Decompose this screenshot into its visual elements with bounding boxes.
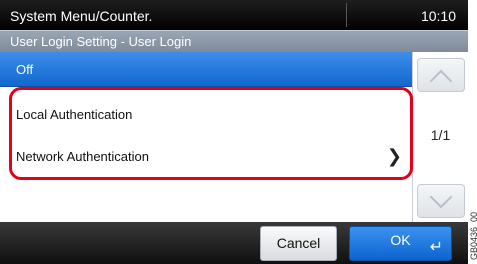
status-title: System Menu/Counter. <box>10 8 153 24</box>
status-bar: System Menu/Counter. 10:10 <box>0 0 468 30</box>
option-off[interactable]: Off <box>0 52 412 87</box>
operation-panel: System Menu/Counter. 10:10 User Login Se… <box>0 0 468 264</box>
screen-title: User Login Setting - User Login <box>10 34 192 49</box>
option-list: Off Local Authentication Network Authent… <box>0 52 413 222</box>
figure-code-label: GB0436_00 <box>469 211 477 260</box>
option-label: Off <box>16 62 34 77</box>
screen-header: User Login Setting - User Login <box>0 30 468 53</box>
ok-button[interactable]: OK ↵ <box>349 226 452 261</box>
option-label: Network Authentication <box>16 149 149 164</box>
scroll-up-button[interactable] <box>417 58 465 93</box>
scroll-down-button[interactable] <box>417 184 465 218</box>
cancel-button[interactable]: Cancel <box>260 226 337 261</box>
option-empty <box>0 178 412 221</box>
option-local-authentication[interactable]: Local Authentication <box>0 94 412 137</box>
status-time: 10:10 <box>420 8 456 24</box>
page-indicator: 1/1 <box>430 127 451 143</box>
figure-code: GB0436_00 <box>469 100 477 264</box>
cancel-label: Cancel <box>276 235 321 251</box>
status-divider <box>346 3 347 27</box>
footer-bar: Cancel OK ↵ <box>0 222 468 264</box>
option-network-authentication[interactable]: Network Authentication ❯ <box>0 136 412 179</box>
option-label: Local Authentication <box>16 107 133 122</box>
chevron-up-icon <box>429 69 453 93</box>
enter-icon: ↵ <box>429 239 443 256</box>
chevron-right-icon: ❯ <box>386 146 402 166</box>
scroll-controls: 1/1 <box>413 52 468 222</box>
chevron-down-icon <box>429 185 453 209</box>
